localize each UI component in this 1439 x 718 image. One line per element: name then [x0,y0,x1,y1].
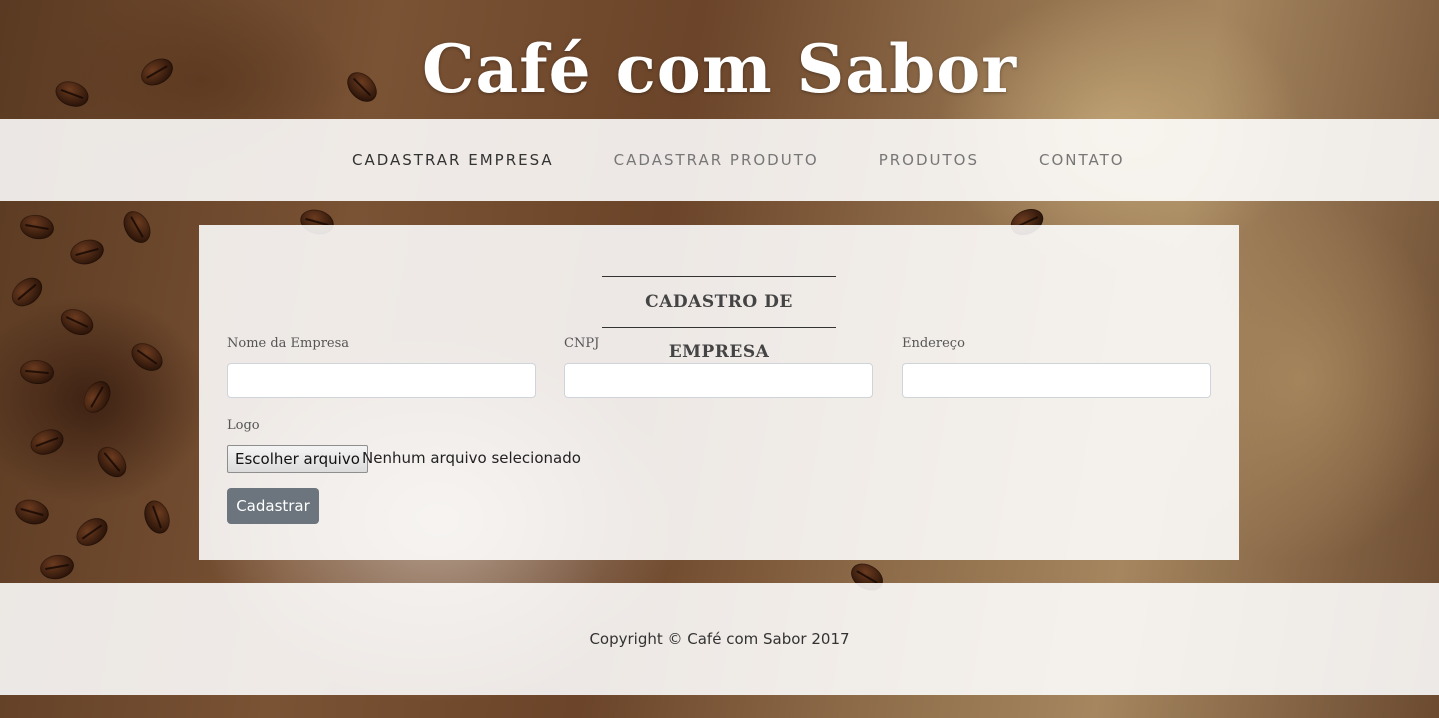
coffee-bean-decoration [78,376,116,418]
nav-item-cadastrar-empresa[interactable]: CADASTRAR EMPRESA [322,151,584,169]
address-label: Endereço [902,336,965,351]
site-header: Café com Sabor [0,0,1439,119]
nav-list: CADASTRAR EMPRESA CADASTRAR PRODUTO PROD… [322,119,1155,201]
address-input[interactable] [902,363,1211,398]
coffee-bean-decoration [118,206,156,248]
choose-file-button[interactable]: Escolher arquivo [227,445,368,473]
coffee-bean-decoration [26,424,68,460]
copyright-text: Copyright © Café com Sabor 2017 [589,630,850,648]
coffee-bean-decoration [12,496,52,528]
logo-label: Logo [227,418,260,433]
company-name-input[interactable] [227,363,536,398]
cnpj-label: CNPJ [564,336,600,351]
company-name-label: Nome da Empresa [227,336,350,351]
submit-button[interactable]: Cadastrar [227,488,319,524]
site-title: Café com Sabor [421,30,1018,108]
nav-item-contato[interactable]: CONTATO [1009,151,1155,169]
coffee-bean-decoration [91,441,133,483]
coffee-bean-decoration [71,512,113,552]
coffee-bean-decoration [6,271,48,313]
coffee-bean-decoration [67,236,107,268]
coffee-bean-decoration [18,212,56,242]
main-navbar: CADASTRAR EMPRESA CADASTRAR PRODUTO PROD… [0,119,1439,201]
coffee-bean-decoration [56,303,98,341]
form-title: CADASTRO DE EMPRESA [602,276,836,362]
coffee-bean-decoration [126,337,168,377]
cnpj-input[interactable] [564,363,873,398]
nav-item-cadastrar-produto[interactable]: CADASTRAR PRODUTO [584,151,849,169]
file-status-text: Nenhum arquivo selecionado [362,449,581,467]
coffee-bean-decoration [38,552,76,582]
coffee-bean-decoration [19,358,55,386]
nav-item-produtos[interactable]: PRODUTOS [849,151,1009,169]
company-form-card: CADASTRO DE EMPRESA Nome da Empresa CNPJ… [199,225,1239,560]
coffee-bean-decoration [139,496,175,538]
site-footer: Copyright © Café com Sabor 2017 [0,583,1439,695]
